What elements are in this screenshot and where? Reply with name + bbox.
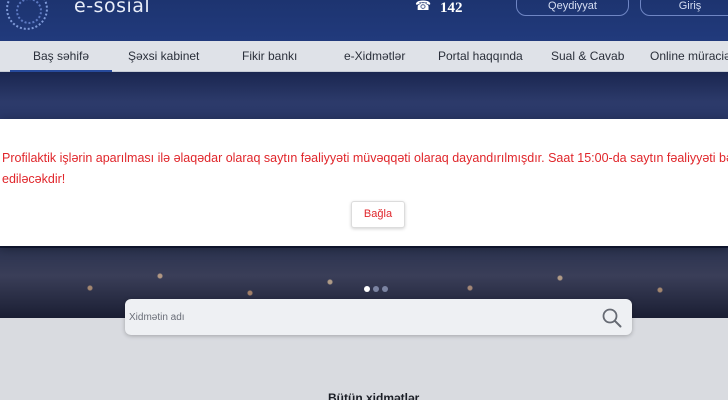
nav-item-about-portal[interactable]: Portal haqqında bbox=[438, 41, 523, 72]
nav-item-faq[interactable]: Sual & Cavab bbox=[551, 41, 624, 72]
close-notice-button[interactable]: Bağla bbox=[351, 201, 405, 228]
logo-emblem[interactable] bbox=[6, 0, 48, 30]
service-search-box bbox=[125, 299, 632, 335]
carousel-dots bbox=[364, 279, 391, 292]
nav-item-e-services[interactable]: e-Xidmətlər bbox=[344, 41, 405, 72]
service-search-input[interactable] bbox=[125, 299, 585, 335]
logo-text[interactable]: e-sosial bbox=[74, 0, 150, 17]
search-icon[interactable] bbox=[601, 307, 623, 329]
login-button[interactable]: Giriş bbox=[640, 0, 728, 16]
carousel-dot-2[interactable] bbox=[373, 286, 379, 292]
maintenance-notice: Profilaktik işlərin aparılması ilə əlaqə… bbox=[0, 119, 728, 246]
all-services-heading: Bütün xidmətlər bbox=[328, 391, 420, 400]
maintenance-message: Profilaktik işlərin aparılması ilə əlaqə… bbox=[2, 151, 728, 186]
carousel-dot-1[interactable] bbox=[364, 286, 370, 292]
register-button[interactable]: Qeydiyyat bbox=[516, 0, 629, 16]
nav-item-online-appeal[interactable]: Online müraciə bbox=[650, 41, 728, 72]
site-header: e-sosial ☎ 142 Qeydiyyat Giriş bbox=[0, 0, 728, 41]
main-nav: Baş səhifə Şəxsi kabinet Fikir bankı e-X… bbox=[0, 41, 728, 72]
nav-item-personal-cabinet[interactable]: Şəxsi kabinet bbox=[128, 41, 199, 72]
nav-item-home[interactable]: Baş səhifə bbox=[10, 41, 112, 72]
nav-item-idea-bank[interactable]: Fikir bankı bbox=[242, 41, 297, 72]
phone-icon: ☎ bbox=[415, 0, 432, 13]
hotline-number: 142 bbox=[440, 0, 463, 16]
carousel-dot-3[interactable] bbox=[382, 286, 388, 292]
